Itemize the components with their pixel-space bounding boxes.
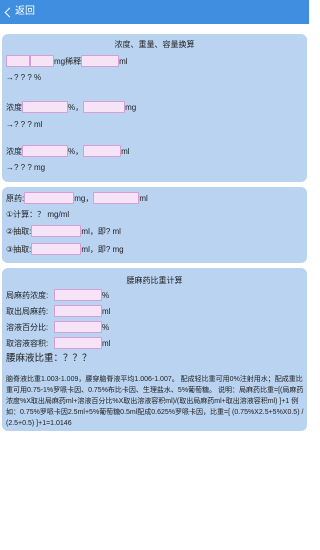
mg-input-2[interactable]: [83, 101, 126, 113]
back-label: 返回: [15, 6, 35, 17]
drug-dilution-panel: 原药: mg， ml ①计算：？ mg/ml ②抽取: ml，即? ml ③抽取…: [2, 187, 307, 263]
panel2-row1: 原药: mg， ml: [6, 192, 148, 204]
anesthetic-concentration-input[interactable]: [54, 289, 102, 301]
panel1-row2: 浓度 %， mg: [6, 101, 136, 113]
raw-drug-label: 原药:: [6, 193, 25, 203]
ml-input-3[interactable]: [83, 145, 122, 157]
field-row-1: 取出局麻药: ml: [6, 305, 110, 317]
top-bar: 返回: [0, 0, 309, 24]
solution-volume-input[interactable]: [54, 337, 102, 349]
field-unit-1: ml: [102, 306, 111, 316]
unit-mg-dilute: mg稀释: [54, 56, 82, 66]
back-button[interactable]: 返回: [4, 4, 35, 20]
concentration-input-2[interactable]: [22, 101, 68, 113]
draw-unit-2: ml，即? ml: [81, 226, 121, 236]
panel2-row2: ②抽取: ml，即? ml: [6, 225, 121, 237]
field-unit-0: %: [102, 290, 110, 300]
row3-unit1: %，: [68, 146, 84, 156]
field-label-2: 溶液百分比:: [6, 322, 49, 332]
field-row-3: 取溶液容积: ml: [6, 337, 110, 349]
draw-label-2: ②抽取:: [6, 226, 32, 236]
raw-drug-mg-input[interactable]: [24, 192, 75, 204]
explanation-note: 脑脊液比重1.003-1.009，腰穿脑脊液平均1.006-1.007。 配成轻…: [6, 376, 304, 427]
field-unit-2: %: [102, 322, 110, 332]
chevron-left-icon: [4, 7, 15, 17]
row2-unit1: %，: [68, 102, 84, 112]
result3: →? ? ? mg: [6, 163, 46, 172]
panel1-title: 浓度、重量、容量换算: [114, 40, 195, 49]
field-unit-3: ml: [102, 338, 111, 348]
field-row-0: 局麻药浓度: %: [6, 289, 109, 301]
draw-input-3[interactable]: [31, 243, 82, 255]
field-label-0: 局麻药浓度:: [6, 290, 49, 300]
draw-input-2[interactable]: [31, 225, 82, 237]
row2-unit2: mg: [125, 102, 137, 112]
dose-input-b[interactable]: [30, 55, 54, 67]
spinal-anesthesia-gravity-panel: 腰麻药比重计算 局麻药浓度: % 取出局麻药: ml 溶液百分比: % 取溶液容…: [2, 268, 307, 431]
row3-unit2: ml: [121, 146, 130, 156]
raw-drug-ml-input[interactable]: [93, 192, 140, 204]
row2-label: 浓度: [6, 102, 22, 112]
gravity-result: 腰麻液比重：？？？: [6, 353, 92, 364]
panel3-title: 腰麻药比重计算: [126, 276, 183, 285]
field-row-2: 溶液百分比: %: [6, 321, 109, 333]
result1: →? ? ? %: [6, 73, 42, 82]
concentration-weight-volume-panel: 浓度、重量、容量换算 mg稀释 ml →? ? ? % 浓度 %， mg →? …: [2, 34, 307, 182]
unit-ml: ml: [119, 56, 128, 66]
field-label-3: 取溶液容积:: [6, 338, 49, 348]
anesthetic-volume-input[interactable]: [54, 305, 102, 317]
dilute-volume-input[interactable]: [81, 55, 120, 67]
row3-label: 浓度: [6, 146, 22, 156]
dose-input-a[interactable]: [6, 55, 30, 67]
panel1-row1: mg稀释 ml: [6, 55, 128, 67]
field-label-1: 取出局麻药:: [6, 306, 49, 316]
result2: →? ? ? ml: [6, 120, 43, 129]
calc-line: ①计算：？ mg/ml: [6, 210, 70, 219]
draw-unit-3: ml，即? mg: [81, 244, 124, 254]
draw-label-3: ③抽取:: [6, 244, 32, 254]
concentration-input-3[interactable]: [22, 145, 68, 157]
panel2-row3: ③抽取: ml，即? mg: [6, 243, 124, 255]
panel1-row3: 浓度 %， ml: [6, 145, 130, 157]
raw-drug-unit2: ml: [139, 193, 148, 203]
solution-percent-input[interactable]: [54, 321, 102, 333]
raw-drug-unit1: mg，: [74, 193, 94, 203]
